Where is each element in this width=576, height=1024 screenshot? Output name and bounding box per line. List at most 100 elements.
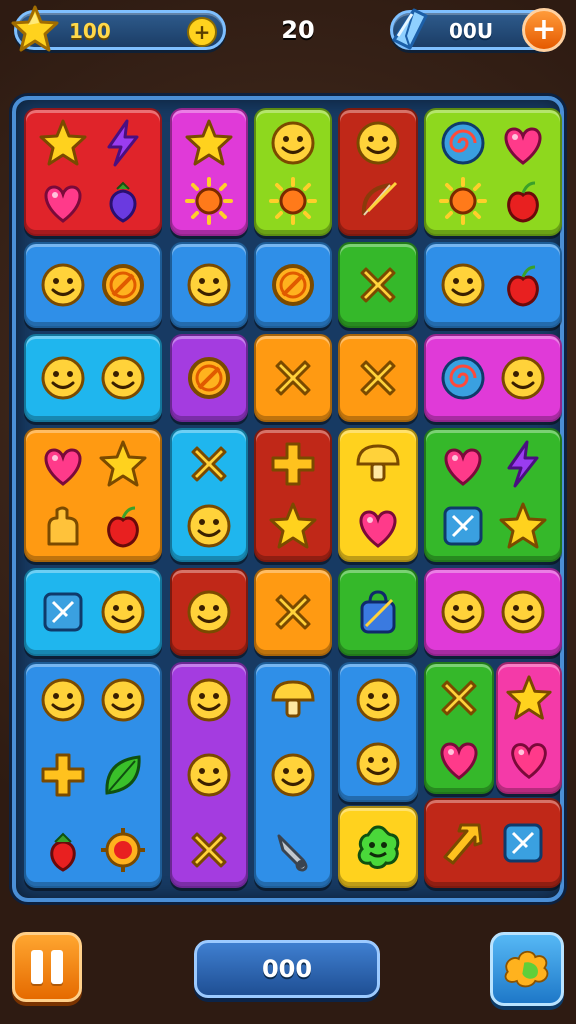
- arrow-icon: [437, 817, 489, 869]
- star-icon: [183, 117, 235, 169]
- smiley-icon: [183, 749, 235, 801]
- smiley-icon: [37, 259, 89, 311]
- star-icon: [10, 4, 60, 54]
- box-x-icon: [497, 817, 549, 869]
- smiley-icon: [437, 586, 489, 638]
- no-sign-icon: [97, 259, 149, 311]
- board-tile[interactable]: [496, 662, 562, 794]
- add-stars-button[interactable]: +: [187, 17, 217, 47]
- board-tile[interactable]: [338, 428, 418, 562]
- apple-icon: [497, 175, 549, 227]
- cross-icon: [352, 259, 404, 311]
- bolt-icon: [97, 117, 149, 169]
- board-tile[interactable]: [170, 108, 248, 236]
- heart-icon: [437, 438, 489, 490]
- board-tile[interactable]: [254, 108, 332, 236]
- bolt-icon: [497, 438, 549, 490]
- board-tile[interactable]: [170, 428, 248, 562]
- mushroom-icon: [267, 674, 319, 726]
- box-x-icon: [437, 500, 489, 552]
- board-tile[interactable]: [338, 568, 418, 656]
- no-sign-icon: [183, 352, 235, 404]
- no-sign-icon: [267, 259, 319, 311]
- smiley-icon: [183, 500, 235, 552]
- board-tile[interactable]: [254, 242, 332, 328]
- paint-splash-icon: [504, 950, 549, 988]
- board-tile[interactable]: [338, 806, 418, 888]
- smiley-icon: [352, 117, 404, 169]
- board-tile[interactable]: [170, 334, 248, 422]
- board-tile[interactable]: [170, 242, 248, 328]
- board-tile[interactable]: [170, 662, 248, 888]
- board-tile[interactable]: [24, 428, 162, 562]
- add-gems-button[interactable]: +: [522, 8, 566, 52]
- gems-value: 00U: [449, 19, 494, 43]
- smiley-icon: [97, 352, 149, 404]
- board-tile[interactable]: [24, 108, 162, 236]
- gear-icon: [97, 824, 149, 876]
- bow-icon: [352, 175, 404, 227]
- heart-icon: [352, 500, 404, 552]
- board-tile[interactable]: [24, 662, 162, 888]
- smiley-icon: [37, 352, 89, 404]
- bottom-bar: 000: [0, 920, 576, 1024]
- cross-icon: [433, 672, 485, 724]
- smiley-icon: [37, 674, 89, 726]
- board-tile[interactable]: [24, 334, 162, 422]
- board-tile[interactable]: [424, 334, 562, 422]
- apple-icon: [497, 259, 549, 311]
- pause-icon: [31, 950, 43, 984]
- board-tile[interactable]: [424, 798, 562, 888]
- pause-button[interactable]: [12, 932, 82, 1002]
- star-icon: [97, 438, 149, 490]
- heart-icon: [37, 175, 89, 227]
- board-tile[interactable]: [24, 242, 162, 328]
- board-tile[interactable]: [424, 242, 562, 328]
- board-tile[interactable]: [338, 662, 418, 802]
- strawberry-icon: [97, 175, 149, 227]
- moves-counter: 20: [281, 16, 315, 44]
- plus-icon: [37, 749, 89, 801]
- leaf-icon: [97, 749, 149, 801]
- plus-icon: [267, 438, 319, 490]
- heart-icon: [497, 117, 549, 169]
- board-tile[interactable]: [338, 108, 418, 236]
- smiley-icon: [183, 586, 235, 638]
- sun-icon: [267, 175, 319, 227]
- board-tile[interactable]: [254, 428, 332, 562]
- sun-icon: [437, 175, 489, 227]
- swirl-icon: [437, 117, 489, 169]
- board-tile[interactable]: [254, 568, 332, 656]
- heart-icon: [504, 733, 554, 783]
- board-tile[interactable]: [424, 428, 562, 562]
- board-tile[interactable]: [424, 568, 562, 656]
- board-tile[interactable]: [424, 662, 494, 794]
- bag-icon: [352, 586, 404, 638]
- board-tile[interactable]: [338, 334, 418, 422]
- board-tile[interactable]: [338, 242, 418, 328]
- board-tile[interactable]: [254, 334, 332, 422]
- smiley-icon: [183, 674, 235, 726]
- board-tile[interactable]: [254, 662, 332, 888]
- hand-icon: [37, 500, 89, 552]
- gem-icon: [386, 6, 430, 52]
- smiley-icon: [97, 674, 149, 726]
- board-tile[interactable]: [424, 108, 562, 236]
- cross-icon: [267, 586, 319, 638]
- star-icon: [267, 500, 319, 552]
- board-tile[interactable]: [24, 568, 162, 656]
- smiley-icon: [352, 738, 404, 790]
- cross-icon: [267, 352, 319, 404]
- star-icon: [37, 117, 89, 169]
- smiley-icon: [352, 674, 404, 726]
- booster-button[interactable]: [490, 932, 564, 1006]
- smiley-icon: [497, 586, 549, 638]
- smiley-icon: [437, 259, 489, 311]
- sun-icon: [183, 175, 235, 227]
- mushroom-icon: [352, 438, 404, 490]
- board-tile[interactable]: [170, 568, 248, 656]
- smiley-icon: [183, 259, 235, 311]
- smiley-icon: [267, 749, 319, 801]
- cross-icon: [183, 438, 235, 490]
- pause-icon: [51, 950, 63, 984]
